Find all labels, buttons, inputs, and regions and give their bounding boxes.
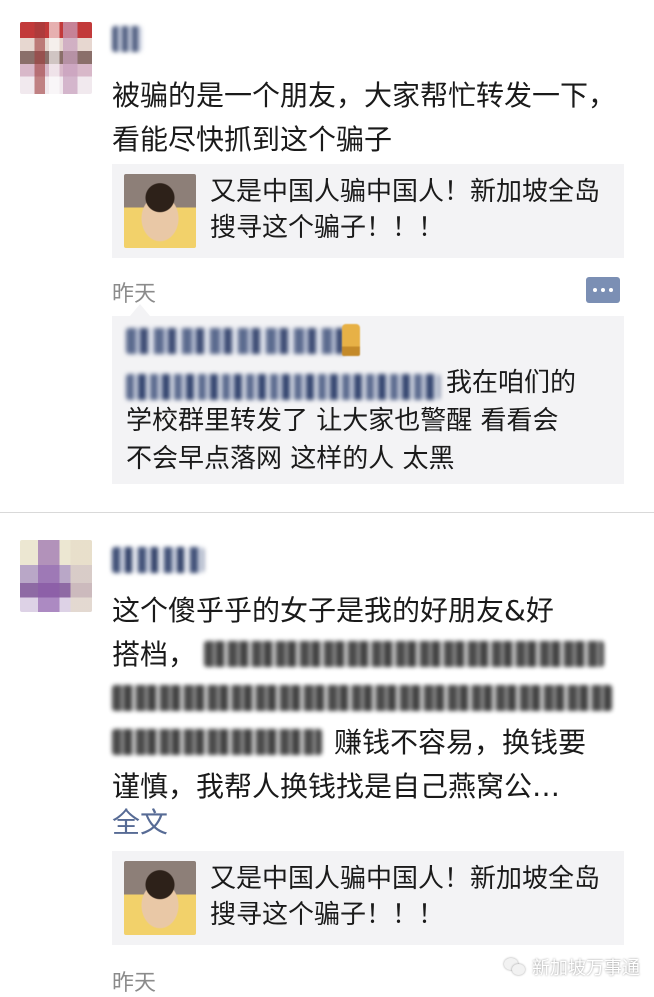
shared-article-card[interactable]: 又是中国人骗中国人！新加坡全岛搜寻这个骗子！！！ — [112, 851, 624, 945]
comment-more-icon[interactable] — [586, 277, 620, 303]
comment-line-1: 我在咱们的 — [446, 368, 577, 398]
shared-article-thumbnail — [124, 174, 196, 248]
comment-blurred-segment — [126, 374, 440, 400]
source-watermark: 新加坡万事通 — [504, 954, 640, 980]
username-blurred[interactable] — [112, 26, 142, 52]
commenter-name-blurred[interactable] — [126, 328, 346, 354]
post-text: 这个傻乎乎的女子是我的好朋友&好 搭档， 赚钱不容易，换钱要 谨慎，我帮人换钱找… — [112, 589, 632, 819]
shared-article-title: 又是中国人骗中国人！新加坡全岛搜寻这个骗子！！！ — [210, 864, 601, 930]
post-timestamp: 昨天 — [112, 971, 157, 996]
shared-article-thumbnail — [124, 861, 196, 935]
post-text-blurred — [112, 685, 612, 711]
avatar[interactable] — [20, 22, 92, 94]
username-blurred[interactable] — [112, 547, 204, 573]
shared-article-title: 又是中国人骗中国人！新加坡全岛搜寻这个骗子！！！ — [210, 177, 601, 243]
full-text-link[interactable]: 全文 — [112, 801, 168, 841]
moments-post-1: 被骗的是一个朋友，大家帮忙转发一下，看能尽快抓到这个骗子 又是中国人骗中国人！新… — [0, 0, 654, 512]
post-text-line-1: 这个傻乎乎的女子是我的好朋友&好 — [112, 594, 554, 627]
comment-line-2: 学校群里转发了 让大家也警醒 看看会 — [126, 406, 559, 436]
comment-area: 我在咱们的 学校群里转发了 让大家也警醒 看看会 不会早点落网 这样的人 太黑 — [112, 304, 624, 484]
post-text-blurred — [112, 729, 322, 755]
avatar[interactable] — [20, 540, 92, 612]
post-text-line-5: 谨慎，我帮人换钱找是自己燕窝公… — [112, 770, 561, 803]
moments-post-2: 这个傻乎乎的女子是我的好朋友&好 搭档， 赚钱不容易，换钱要 谨慎，我帮人换钱找… — [0, 513, 654, 996]
shared-article-card[interactable]: 又是中国人骗中国人！新加坡全岛搜寻这个骗子！！！ — [112, 164, 624, 258]
post-text-blurred — [204, 641, 604, 667]
post-text-line-2: 搭档， — [112, 638, 197, 671]
wechat-icon — [504, 958, 526, 976]
post-text: 被骗的是一个朋友，大家帮忙转发一下，看能尽快抓到这个骗子 — [112, 79, 617, 156]
comment-line-3: 不会早点落网 这样的人 太黑 — [126, 444, 455, 474]
post-text-line-4: 赚钱不容易，换钱要 — [334, 726, 587, 759]
thumbs-emoji-icon — [342, 324, 360, 356]
watermark-text: 新加坡万事通 — [532, 958, 640, 979]
